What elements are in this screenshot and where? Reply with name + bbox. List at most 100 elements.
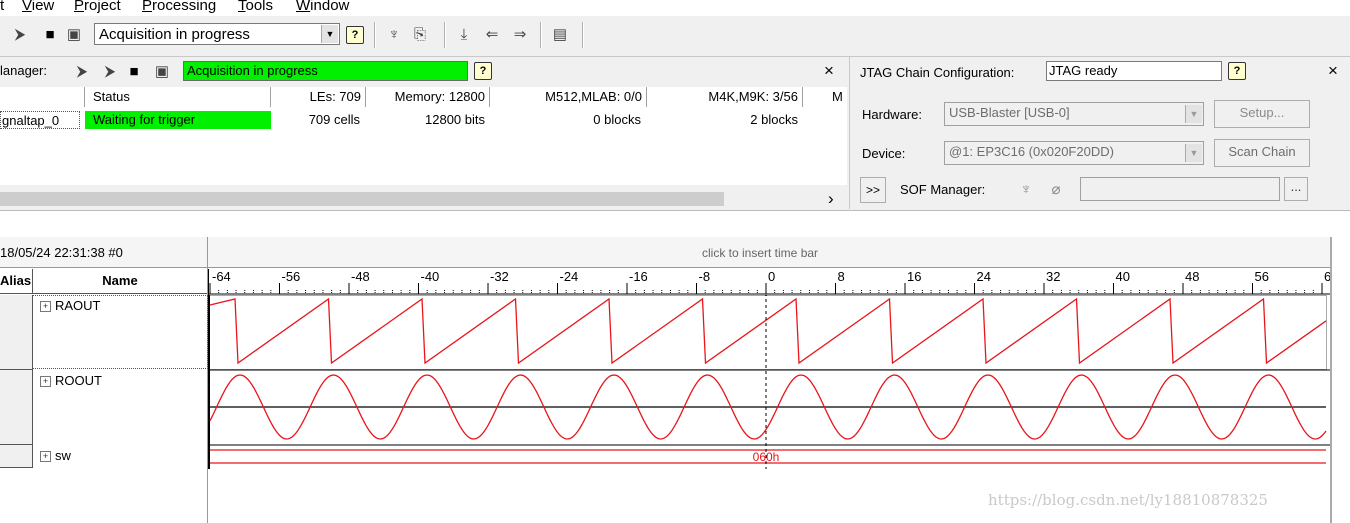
alias-header[interactable]: Alias	[0, 269, 33, 294]
arrow-left-icon[interactable]: ⇐	[482, 24, 502, 44]
expand-icon[interactable]: +	[40, 451, 51, 463]
expand-icon[interactable]: +	[40, 301, 51, 313]
signal-name-sw[interactable]: + sw	[40, 448, 71, 463]
ruler-tick-label: -32	[490, 269, 509, 284]
column-header-m4k[interactable]: M4K,M9K: 3/56	[648, 87, 803, 107]
scroll-right-icon[interactable]: ›	[828, 189, 834, 209]
instance-memory: 12800 bits	[425, 112, 485, 127]
arrow-right-icon[interactable]: ⇒	[510, 24, 530, 44]
menu-edit[interactable]: t	[0, 0, 4, 14]
menu-view[interactable]: View	[22, 0, 54, 14]
read-data-icon[interactable]: ▣	[64, 24, 84, 44]
waveform-viewer: 18/05/24 22:31:38 #0 click to insert tim…	[0, 210, 1350, 523]
alias-cell	[0, 295, 33, 370]
table-row[interactable]: gnaltap_0 Waiting for trigger 709 cells …	[0, 109, 847, 129]
run-icon[interactable]: ⮞	[100, 61, 120, 81]
program-device-icon[interactable]: ♆	[1016, 179, 1036, 199]
run-analysis-icon[interactable]: ⮞	[10, 24, 30, 44]
column-header-more[interactable]: M	[804, 87, 847, 107]
waveform-header	[0, 237, 1330, 268]
time-ruler[interactable]: -64-56-48-40-32-24-16-80816243240485664	[208, 269, 1330, 295]
jtag-pane: JTAG Chain Configuration: JTAG ready ? ×…	[849, 57, 1350, 209]
instance-name[interactable]: gnaltap_0	[0, 111, 80, 129]
column-header-status[interactable]: Status	[85, 87, 271, 107]
toolbar-separator	[540, 22, 542, 48]
autorun-icon[interactable]: ⮞	[72, 61, 92, 81]
column-header-memory[interactable]: Memory: 12800	[367, 87, 490, 107]
ruler-tick-label: -40	[421, 269, 440, 284]
help-icon[interactable]: ?	[1228, 62, 1246, 80]
acquisition-status: Acquisition in progress	[183, 61, 468, 81]
ruler-tick-label: -48	[351, 269, 370, 284]
toolbar-separator	[444, 22, 446, 48]
chevron-down-icon[interactable]: ▼	[321, 25, 338, 43]
alias-cell	[0, 445, 33, 468]
chevron-down-icon: ▼	[1185, 105, 1202, 123]
waveform-plot[interactable]: 060h	[208, 295, 1330, 469]
stop-icon[interactable]: ■	[40, 24, 60, 44]
chevron-down-icon: ▼	[1185, 144, 1202, 162]
download-icon[interactable]: ⤓	[454, 24, 474, 44]
sof-file-field[interactable]	[1080, 177, 1280, 201]
horizontal-scrollbar[interactable]: ›	[0, 189, 847, 209]
scrollbar-thumb[interactable]	[0, 192, 724, 206]
instance-table-body: gnaltap_0 Waiting for trigger 709 cells …	[0, 107, 847, 185]
ruler-tick-label: -56	[282, 269, 301, 284]
toolbar-separator	[582, 22, 584, 48]
alias-cell	[0, 370, 33, 445]
column-header-instance[interactable]	[0, 87, 85, 107]
menu-project[interactable]: Project	[74, 0, 121, 14]
window-icon[interactable]: ▤	[550, 24, 570, 44]
menu-bar: t View Project Processing Tools Window	[0, 0, 1350, 16]
ruler-tick-label: 48	[1185, 269, 1199, 284]
jtag-title: JTAG Chain Configuration:	[860, 65, 1015, 80]
instance-les: 709 cells	[308, 112, 360, 127]
close-icon[interactable]: ×	[824, 61, 834, 81]
name-header[interactable]: Name	[33, 269, 207, 294]
column-header-m512[interactable]: M512,MLAB: 0/0	[491, 87, 647, 107]
setup-button[interactable]: Setup...	[1214, 100, 1310, 128]
signal-name-raout[interactable]: + RAOUT	[40, 298, 101, 313]
scan-chain-button[interactable]: Scan Chain	[1214, 139, 1310, 167]
ruler-tick-label: 40	[1116, 269, 1130, 284]
vertical-scrollbar-edge	[1330, 237, 1332, 523]
hardware-label: Hardware:	[862, 107, 922, 122]
toolbar: ⮞ ■ ▣ Acquisition in progress ▼ ? ♆ ⎘ ⤓ …	[0, 16, 1350, 57]
instance-table-header: Status LEs: 709 Memory: 12800 M512,MLAB:…	[0, 87, 847, 108]
device-label: Device:	[862, 146, 906, 161]
instance-combo[interactable]: Acquisition in progress ▼	[94, 23, 340, 45]
sof-manager-label: SOF Manager:	[900, 182, 986, 197]
menu-window[interactable]: Window	[296, 0, 349, 14]
ruler-tick-label: 24	[977, 269, 991, 284]
attach-icon[interactable]: ⌀	[1046, 179, 1066, 199]
jtag-status: JTAG ready	[1046, 61, 1222, 81]
expand-icon[interactable]: +	[40, 376, 51, 388]
raout-waveform	[209, 297, 1327, 365]
watermark: https://blog.csdn.net/ly18810878325	[988, 491, 1268, 509]
help-icon[interactable]: ?	[474, 62, 492, 80]
ruler-tick-label: 16	[907, 269, 921, 284]
program-device-icon[interactable]: ♆	[384, 24, 404, 44]
expand-sof-button[interactable]: >>	[860, 177, 886, 203]
menu-tools[interactable]: Tools	[238, 0, 273, 14]
instance-m512: 0 blocks	[593, 112, 641, 127]
browse-button[interactable]: ...	[1284, 177, 1308, 201]
menu-processing[interactable]: Processing	[142, 0, 216, 14]
ruler-tick-label: -8	[699, 269, 711, 284]
instance-manager-label: lanager:	[0, 63, 47, 78]
sof-icon[interactable]: ⎘	[410, 24, 430, 44]
ruler-tick-label: -64	[212, 269, 231, 284]
hardware-select[interactable]: USB-Blaster [USB-0] ▼	[944, 102, 1204, 126]
instance-status: Waiting for trigger	[85, 111, 271, 129]
signal-name-roout[interactable]: + ROOUT	[40, 373, 102, 388]
instance-manager-pane: lanager: ⮞ ⮞ ■ ▣ Acquisition in progress…	[0, 57, 847, 209]
device-select[interactable]: @1: EP3C16 (0x020F20DD) ▼	[944, 141, 1204, 165]
read-data-icon[interactable]: ▣	[152, 61, 172, 81]
insert-time-bar-hint[interactable]: click to insert time bar	[702, 246, 818, 260]
ruler-tick-label: 0	[768, 269, 775, 284]
column-header-les[interactable]: LEs: 709	[272, 87, 366, 107]
help-icon[interactable]: ?	[346, 26, 364, 44]
close-icon[interactable]: ×	[1328, 61, 1338, 81]
stop-icon[interactable]: ■	[124, 61, 144, 81]
capture-timestamp: 18/05/24 22:31:38 #0	[0, 245, 123, 260]
